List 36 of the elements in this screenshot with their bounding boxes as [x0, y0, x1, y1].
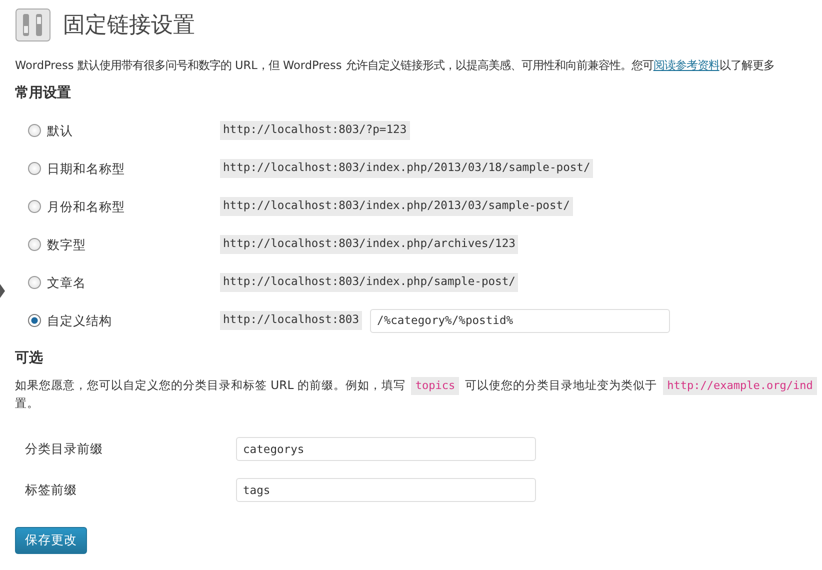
url-example: http://localhost:803/index.php/2013/03/18/sample-post/	[220, 159, 594, 178]
radio-button[interactable]	[28, 276, 41, 290]
intro-text: WordPress 默认使用带有很多问号和数字的 URL，但 WordPress 允许自定义链接形式，以提高美感、可用性和向前兼容性。您可阅读参考资料以了解更多	[15, 58, 776, 74]
radio-button[interactable]	[28, 200, 41, 214]
option-label: 默认	[47, 122, 73, 140]
settings-icon	[15, 8, 51, 42]
prefix-field[interactable]: tags	[236, 478, 536, 502]
prefix-field[interactable]: categorys	[236, 437, 536, 462]
url-example: http://localhost:803	[220, 311, 362, 330]
section-heading: 可选	[15, 348, 44, 368]
url-example: http://localhost:803/index.php/2013/03/sample-post/	[220, 197, 573, 216]
save-button[interactable]: 保存更改	[15, 526, 87, 554]
radio-button[interactable]	[28, 124, 41, 138]
radio-button[interactable]	[28, 162, 41, 176]
option-label: 日期和名称型	[47, 160, 125, 178]
url-example: http://localhost:803/index.php/archives/123	[220, 235, 518, 254]
option-label: 自定义结构	[47, 312, 112, 330]
reference-link[interactable]: 阅读参考资料	[653, 59, 720, 72]
radio-button[interactable]	[28, 314, 41, 328]
section-heading: 常用设置	[15, 84, 72, 103]
url-example: http://localhost:803/index.php/sample-post/	[220, 273, 518, 292]
code-sample: topics	[411, 376, 460, 396]
description-text: 可以使您的分类目录地址变为类似于	[465, 377, 658, 394]
structure-field[interactable]: /%category%/%postid%	[370, 308, 670, 333]
description-text: 置。	[15, 395, 39, 412]
radio-button[interactable]	[28, 238, 41, 252]
url-example: http://localhost:803/?p=123	[220, 121, 410, 140]
option-label: 文章名	[47, 274, 86, 292]
option-label: 月份和名称型	[47, 198, 125, 216]
option-label: 数字型	[47, 236, 86, 254]
description-text: 如果您愿意，您可以自定义您的分类目录和标签 URL 的前缀。例如，填写	[15, 377, 406, 394]
pointer-icon	[0, 284, 5, 298]
field-label: 标签前缀	[24, 480, 78, 499]
page-title: 固定链接设置	[63, 12, 195, 40]
code-sample: http://example.org/ind	[663, 376, 817, 396]
field-label: 分类目录前缀	[24, 440, 104, 458]
